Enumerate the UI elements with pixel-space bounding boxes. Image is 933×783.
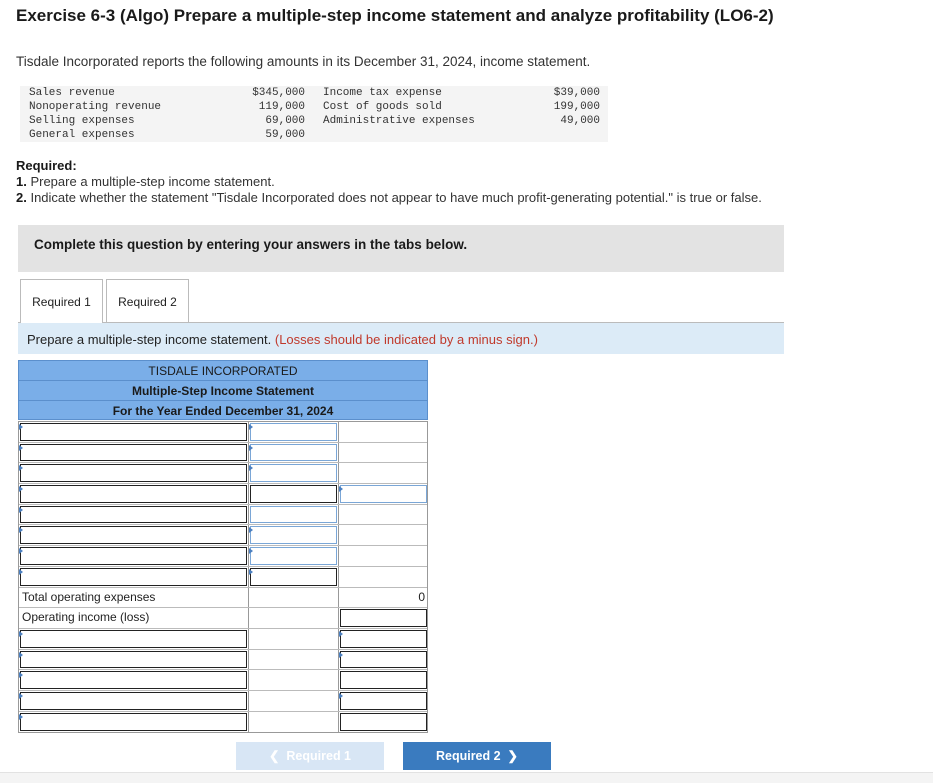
table-row (19, 649, 427, 671)
prompt-bar: Prepare a multiple-step income statement… (18, 323, 784, 354)
table-row (19, 566, 427, 588)
table-row (19, 628, 427, 650)
account-select[interactable] (20, 691, 247, 710)
required-heading: Required: (16, 158, 77, 173)
dropdown-marker-icon (19, 506, 23, 513)
dropdown-marker-icon (339, 486, 343, 493)
dropdown-marker-icon (339, 692, 343, 699)
table-row (19, 463, 427, 485)
statement-header: TISDALE INCORPORATED Multiple-Step Incom… (18, 360, 428, 420)
next-button[interactable]: Required 2 ❯ (403, 742, 551, 770)
amount-input[interactable] (250, 547, 337, 565)
amount-input[interactable] (340, 671, 427, 689)
table-row (19, 711, 427, 733)
dropdown-marker-icon (19, 486, 23, 493)
dropdown-marker-icon (19, 630, 23, 637)
dropdown-marker-icon (249, 444, 253, 451)
table-row (19, 504, 427, 526)
account-select[interactable] (20, 526, 247, 545)
statement-period: For the Year Ended December 31, 2024 (18, 400, 428, 420)
table-row (19, 525, 427, 547)
dropdown-marker-icon (19, 568, 23, 575)
account-select[interactable] (20, 505, 247, 524)
dropdown-marker-icon (19, 672, 23, 679)
amount-input[interactable] (250, 464, 337, 483)
amount-input[interactable] (250, 526, 337, 545)
subtotal-input[interactable] (340, 485, 427, 503)
table-row (19, 442, 427, 464)
total-operating-expenses-label: Total operating expenses (19, 587, 249, 608)
page-title: Exercise 6-3 (Algo) Prepare a multiple-s… (16, 6, 774, 25)
operating-income-label: Operating income (loss) (19, 608, 249, 628)
dropdown-marker-icon (249, 527, 253, 534)
amount-input[interactable] (250, 567, 337, 586)
total-operating-expenses-value: 0 (418, 589, 425, 604)
account-select[interactable] (20, 464, 247, 483)
footer-bar (0, 772, 933, 783)
chevron-right-icon: ❯ (507, 749, 519, 763)
dropdown-marker-icon (19, 465, 23, 472)
operating-income-input[interactable] (340, 609, 427, 627)
statement-name: Multiple-Step Income Statement (18, 380, 428, 400)
dropdown-marker-icon (19, 713, 23, 720)
table-row: Total operating expenses 0 (19, 587, 427, 609)
account-select[interactable] (20, 423, 247, 441)
required-section: Required: 1. Prepare a multiple-step inc… (16, 158, 762, 205)
account-select[interactable] (20, 629, 247, 648)
table-row: Operating income (loss) (19, 608, 427, 629)
account-select[interactable] (20, 443, 247, 462)
prompt-text: Prepare a multiple-step income statement… (27, 332, 272, 347)
prompt-note: (Losses should be indicated by a minus s… (274, 332, 538, 347)
prev-button[interactable]: ❮ Required 1 (236, 742, 384, 770)
account-select[interactable] (20, 712, 247, 732)
required-item-2: Indicate whether the statement "Tisdale … (26, 190, 762, 205)
amount-row: Nonoperating revenue 119,000 Cost of goo… (29, 101, 600, 113)
account-select[interactable] (20, 567, 247, 586)
dropdown-marker-icon (19, 527, 23, 534)
tab-required-2[interactable]: Required 2 (106, 279, 189, 322)
amount-input[interactable] (340, 712, 427, 732)
dropdown-marker-icon (19, 424, 23, 430)
statement-grid: Total operating expenses 0 Operating inc… (18, 421, 428, 734)
dropdown-marker-icon (19, 444, 23, 451)
amounts-table: Sales revenue $345,000 Income tax expens… (20, 86, 608, 142)
dropdown-marker-icon (19, 651, 23, 658)
amount-input[interactable] (250, 505, 337, 524)
instruction-box: Complete this question by entering your … (18, 225, 784, 272)
amount-input[interactable] (250, 443, 337, 462)
dropdown-marker-icon (249, 424, 253, 430)
dropdown-marker-icon (339, 630, 343, 637)
account-select[interactable] (20, 671, 247, 689)
table-row (19, 690, 427, 712)
intro-text: Tisdale Incorporated reports the followi… (16, 54, 591, 69)
dropdown-marker-icon (339, 651, 343, 658)
dropdown-marker-icon (249, 465, 253, 472)
amount-row: Sales revenue $345,000 Income tax expens… (29, 87, 600, 99)
chevron-left-icon: ❮ (268, 749, 280, 763)
amount-input[interactable] (250, 423, 337, 441)
amount-input[interactable] (340, 650, 427, 669)
dropdown-marker-icon (19, 548, 23, 555)
amount-input[interactable] (340, 691, 427, 710)
amount-input[interactable] (250, 485, 337, 503)
table-row (19, 484, 427, 505)
dropdown-marker-icon (19, 692, 23, 699)
account-select[interactable] (20, 547, 247, 565)
account-select[interactable] (20, 650, 247, 669)
required-item-1: Prepare a multiple-step income statement… (26, 174, 275, 189)
table-row (19, 546, 427, 567)
table-row (19, 422, 427, 443)
amount-row: Selling expenses 69,000 Administrative e… (29, 115, 600, 127)
dropdown-marker-icon (249, 548, 253, 555)
table-row (19, 670, 427, 691)
statement-company: TISDALE INCORPORATED (18, 360, 428, 380)
dropdown-marker-icon (249, 568, 253, 575)
amount-row: General expenses 59,000 (29, 129, 305, 141)
account-select[interactable] (20, 485, 247, 503)
amount-input[interactable] (340, 629, 427, 648)
tab-required-1[interactable]: Required 1 (20, 279, 103, 323)
